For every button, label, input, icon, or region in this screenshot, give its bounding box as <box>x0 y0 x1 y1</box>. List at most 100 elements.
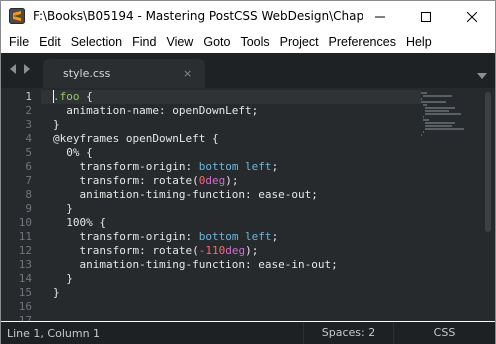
line-number: 9 <box>25 202 32 215</box>
code-token: transform-origin: <box>53 230 199 243</box>
code-token: ); <box>245 244 259 257</box>
code-line: } <box>53 286 60 300</box>
minimap-line <box>425 110 449 112</box>
minimap-line <box>421 92 427 94</box>
code-line: 0% { <box>53 146 93 160</box>
code-token: animation-timing-function: ease-in-out; <box>53 258 338 271</box>
menu-file[interactable]: File <box>4 32 34 53</box>
code-editor[interactable]: 1 2 3 4 5 6 7 8 9 10 11 12 13 14 15 16 17 .foo { animati… <box>1 88 495 321</box>
code-line: animation-timing-function: ease-out; <box>53 188 317 202</box>
minimap-line <box>423 95 452 97</box>
title-bar: F:\Books\B05194 - Mastering PostCSS WebD… <box>1 1 495 32</box>
minimap-line <box>423 104 427 106</box>
line-number: 6 <box>25 160 32 173</box>
code-line: transform: rotate(0deg); <box>53 174 238 188</box>
menu-goto[interactable]: Goto <box>198 32 235 53</box>
minimap-line <box>423 131 424 133</box>
code-token: deg <box>225 244 246 257</box>
menu-edit[interactable]: Edit <box>34 32 66 53</box>
code-token: -110 <box>198 244 226 257</box>
minimap-line <box>423 116 424 118</box>
minimap-line <box>425 125 452 127</box>
code-line: } <box>53 118 60 132</box>
menu-help[interactable]: Help <box>401 32 437 53</box>
close-button[interactable] <box>449 1 495 32</box>
minimize-icon <box>375 16 385 17</box>
menu-view[interactable]: View <box>161 32 198 53</box>
tab-bar: style.css × <box>1 53 495 88</box>
cursor-position: Line 1, Column 1 <box>7 327 101 340</box>
code-token: bottom left <box>198 230 272 243</box>
code-token: ; <box>271 160 279 173</box>
minimize-button[interactable] <box>357 1 403 32</box>
minimap-line <box>425 107 455 109</box>
code-token: } <box>53 272 73 285</box>
chevron-left-icon[interactable] <box>9 64 17 74</box>
indentation-selector[interactable]: Spaces: 2 <box>303 322 393 344</box>
code-line: @keyframes openDownLeft { <box>53 132 219 146</box>
code-line: transform-origin: bottom left; <box>53 160 278 174</box>
close-icon <box>467 11 477 22</box>
minimap-line <box>421 101 446 103</box>
tab-style-css[interactable]: style.css × <box>43 59 205 88</box>
line-number: 14 <box>18 272 32 285</box>
menu-tools[interactable]: Tools <box>235 32 274 53</box>
chevron-right-icon[interactable] <box>23 64 31 74</box>
code-line: 100% { <box>53 216 106 230</box>
line-number: 8 <box>25 188 32 201</box>
code-token: transform: rotate( <box>53 244 199 257</box>
line-number: 3 <box>25 118 32 131</box>
syntax-selector[interactable]: CSS <box>393 322 495 344</box>
code-token: 0% { <box>53 146 93 159</box>
tab-nav <box>9 64 31 74</box>
menu-selection[interactable]: Selection <box>66 32 127 53</box>
app-window: F:\Books\B05194 - Mastering PostCSS WebD… <box>0 0 496 344</box>
code-line: animation-timing-function: ease-in-out; <box>53 258 338 272</box>
code-token: } <box>53 202 73 215</box>
minimap[interactable] <box>421 88 481 321</box>
code-token: ); <box>225 174 239 187</box>
maximize-button[interactable] <box>403 1 449 32</box>
code-token: deg <box>205 174 226 187</box>
code-token: } <box>53 286 60 299</box>
code-line: } <box>53 272 73 286</box>
line-number: 11 <box>18 230 32 243</box>
tab-close-icon[interactable]: × <box>183 67 192 80</box>
code-token: transform: rotate( <box>53 174 199 187</box>
line-number: 5 <box>25 146 32 159</box>
code-token: { <box>79 90 93 103</box>
menu-find[interactable]: Find <box>127 32 161 53</box>
line-number: 13 <box>18 258 32 271</box>
minimap-line <box>423 119 429 121</box>
line-number-gutter: 1 2 3 4 5 6 7 8 9 10 11 12 13 14 15 16 17 <box>1 88 41 321</box>
code-token: animation-name: openDownLeft; <box>53 104 259 117</box>
minimap-line <box>425 128 464 130</box>
menu-project[interactable]: Project <box>275 32 324 53</box>
minimap-line <box>421 98 422 100</box>
scrollbar-thumb[interactable] <box>485 92 491 232</box>
code-token: } <box>53 118 60 131</box>
line-number: 4 <box>25 132 32 145</box>
tab-label: style.css <box>63 67 111 80</box>
line-number: 1 <box>25 90 32 103</box>
line-number: 16 <box>18 300 32 313</box>
sublime-text-icon[interactable] <box>9 8 25 24</box>
text-caret <box>53 90 54 103</box>
chevron-down-icon[interactable] <box>477 65 487 84</box>
status-bar: Line 1, Column 1 Spaces: 2 CSS <box>1 322 495 344</box>
code-line: animation-name: openDownLeft; <box>53 104 258 118</box>
line-number: 7 <box>25 174 32 187</box>
minimap-line <box>425 113 461 115</box>
line-number: 10 <box>18 216 32 229</box>
line-number: 15 <box>18 286 32 299</box>
code-line: transform-origin: bottom left; <box>53 230 278 244</box>
menu-preferences[interactable]: Preferences <box>324 32 401 53</box>
maximize-icon <box>421 11 431 22</box>
code-token: transform-origin: <box>53 160 199 173</box>
line-number: 12 <box>18 244 32 257</box>
code-token: bottom left <box>198 160 272 173</box>
code-token: @keyframes openDownLeft { <box>53 132 219 145</box>
minimap-line <box>425 122 455 124</box>
vertical-scrollbar[interactable] <box>483 88 493 321</box>
menu-bar: File Edit Selection Find View Goto Tools… <box>1 32 495 53</box>
